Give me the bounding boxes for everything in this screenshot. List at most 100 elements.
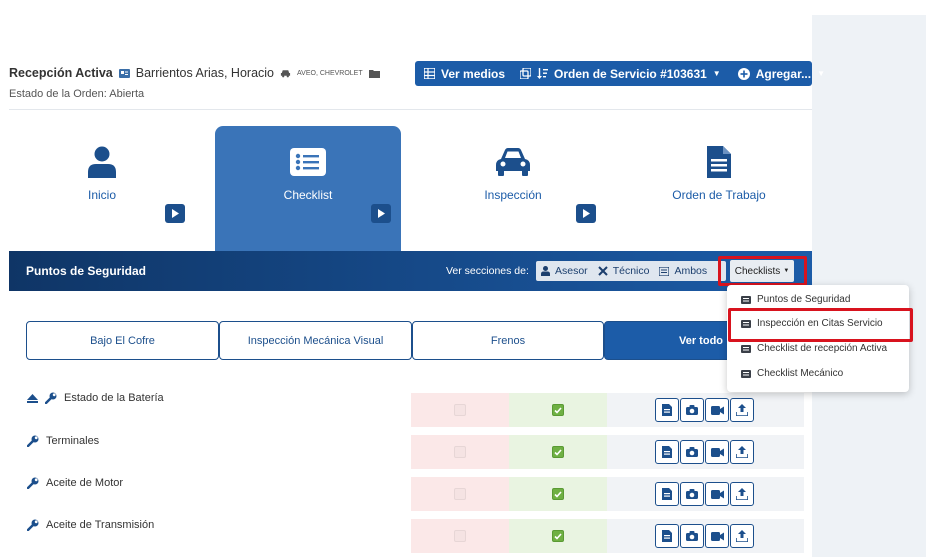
good-checkbox[interactable] xyxy=(552,446,564,458)
check-icon xyxy=(554,406,562,414)
header-divider xyxy=(9,109,812,110)
agregar-button[interactable]: Agregar... ▼ xyxy=(730,61,834,86)
sort-icon xyxy=(537,68,549,79)
row-actions xyxy=(607,435,804,469)
bad-checkbox[interactable] xyxy=(454,530,466,542)
upload-button[interactable] xyxy=(730,398,754,422)
upload-button[interactable] xyxy=(730,482,754,506)
bad-cell xyxy=(411,477,509,511)
menu-item-puntos-seguridad[interactable]: Puntos de Seguridad xyxy=(741,294,850,305)
good-checkbox[interactable] xyxy=(552,530,564,542)
video-icon xyxy=(710,531,724,541)
orden-servicio-label: Orden de Servicio #103631 xyxy=(554,66,707,81)
grid-icon xyxy=(424,68,435,79)
document-icon xyxy=(662,530,672,542)
photo-button[interactable] xyxy=(680,398,704,422)
list-small-icon xyxy=(741,369,751,378)
menu-item-checklist-mecanico[interactable]: Checklist Mecánico xyxy=(741,368,843,379)
upload-button[interactable] xyxy=(730,524,754,548)
ver-secciones-label: Ver secciones de: xyxy=(446,265,529,277)
ver-medios-label: Ver medios xyxy=(441,66,506,81)
filter-ambos-label: Ambos xyxy=(674,265,708,277)
row-label-bateria: Estado de la Batería xyxy=(27,392,164,404)
bad-cell xyxy=(411,435,509,469)
video-button[interactable] xyxy=(705,398,729,422)
upload-icon xyxy=(736,404,748,416)
video-icon xyxy=(710,447,724,457)
row-label-aceite-transmision: Aceite de Transmisión xyxy=(27,519,154,531)
row-actions xyxy=(607,393,804,427)
order-header: Recepción Activa Barrientos Arias, Horac… xyxy=(9,66,380,80)
upload-icon xyxy=(736,530,748,542)
menu-item-checklist-recepcion[interactable]: Checklist de recepción Activa xyxy=(741,343,887,354)
camera-icon xyxy=(686,447,698,457)
section-title: Puntos de Seguridad xyxy=(26,264,147,278)
wrench-icon xyxy=(27,519,39,531)
list-small-icon xyxy=(659,266,670,276)
good-cell xyxy=(509,519,607,553)
ver-medios-button[interactable]: Ver medios xyxy=(415,61,514,86)
filter-ambos[interactable]: Ambos xyxy=(654,265,712,277)
filter-tecnico-label: Técnico xyxy=(612,265,650,277)
photo-button[interactable] xyxy=(680,482,704,506)
bad-checkbox[interactable] xyxy=(454,404,466,416)
folder-icon[interactable] xyxy=(368,69,380,78)
bad-checkbox[interactable] xyxy=(454,446,466,458)
tab-label: Bajo El Cofre xyxy=(90,334,155,347)
upload-icon xyxy=(736,446,748,458)
plus-circle-icon xyxy=(737,67,750,80)
step-orden-trabajo[interactable]: Orden de Trabajo xyxy=(626,126,812,251)
photo-button[interactable] xyxy=(680,440,704,464)
good-checkbox[interactable] xyxy=(552,488,564,500)
eject-icon[interactable] xyxy=(27,393,38,403)
note-button[interactable] xyxy=(655,440,679,464)
play-icon[interactable] xyxy=(576,204,596,223)
row-label-text: Aceite de Motor xyxy=(46,477,124,489)
tab-bajo-el-cofre[interactable]: Bajo El Cofre xyxy=(26,321,219,360)
tab-frenos[interactable]: Frenos xyxy=(412,321,604,360)
step-label: Inspección xyxy=(484,188,542,202)
play-icon[interactable] xyxy=(165,204,185,223)
wrench-icon xyxy=(27,477,39,489)
list-small-icon xyxy=(741,295,751,304)
caret-down-icon: ▼ xyxy=(817,69,825,78)
video-icon xyxy=(710,405,724,415)
list-icon xyxy=(290,148,326,176)
video-button[interactable] xyxy=(705,440,729,464)
camera-icon xyxy=(686,405,698,415)
note-button[interactable] xyxy=(655,398,679,422)
filter-asesor[interactable]: Asesor xyxy=(536,265,593,277)
top-bar xyxy=(0,0,926,15)
step-inspeccion[interactable]: Inspección xyxy=(420,126,606,251)
step-label: Checklist xyxy=(283,188,333,202)
section-filter: Asesor Técnico Ambos xyxy=(536,261,726,281)
play-icon[interactable] xyxy=(371,204,391,223)
video-button[interactable] xyxy=(705,524,729,548)
good-checkbox[interactable] xyxy=(552,404,564,416)
note-button[interactable] xyxy=(655,524,679,548)
document-icon xyxy=(707,146,731,178)
orden-servicio-button[interactable]: Orden de Servicio #103631 ▼ xyxy=(514,61,730,86)
filter-asesor-label: Asesor xyxy=(555,265,588,277)
bad-cell xyxy=(411,393,509,427)
filter-tecnico[interactable]: Técnico xyxy=(593,265,655,277)
customer-name: Barrientos Arias, Horacio xyxy=(135,66,275,80)
note-button[interactable] xyxy=(655,482,679,506)
upload-button[interactable] xyxy=(730,440,754,464)
photo-button[interactable] xyxy=(680,524,704,548)
tab-inspeccion-mecanica[interactable]: Inspección Mecánica Visual xyxy=(219,321,412,360)
step-label: Orden de Trabajo xyxy=(672,188,766,202)
bad-checkbox[interactable] xyxy=(454,488,466,500)
check-icon xyxy=(554,532,562,540)
check-icon xyxy=(554,490,562,498)
user-icon xyxy=(88,146,116,178)
tools-icon xyxy=(597,266,608,276)
step-inicio[interactable]: Inicio xyxy=(9,126,195,251)
highlight-box xyxy=(728,308,913,342)
row-actions xyxy=(607,477,804,511)
video-button[interactable] xyxy=(705,482,729,506)
step-checklist[interactable]: Checklist xyxy=(215,126,401,251)
row-label-terminales: Terminales xyxy=(27,435,99,447)
tab-label: Inspección Mecánica Visual xyxy=(247,334,384,347)
agregar-label: Agregar... xyxy=(755,66,812,81)
